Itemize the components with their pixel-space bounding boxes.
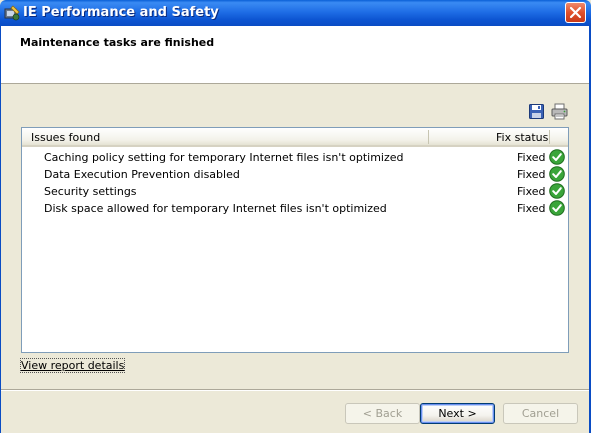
print-icon[interactable]: [551, 103, 568, 120]
column-divider[interactable]: [428, 130, 429, 144]
view-report-details-link[interactable]: View report details: [20, 358, 126, 373]
list-item[interactable]: Caching policy setting for temporary Int…: [22, 149, 568, 166]
fix-status: Fixed: [517, 151, 546, 164]
back-button[interactable]: < Back: [345, 403, 420, 424]
ie-maintenance-icon: [4, 5, 20, 21]
list-item[interactable]: Security settings Fixed: [22, 183, 568, 200]
header-panel: Maintenance tasks are finished: [1, 26, 589, 84]
dialog-window: IE Performance and Safety Maintenance ta…: [0, 0, 591, 433]
check-icon: [549, 200, 565, 216]
window-frame-left: [0, 26, 1, 433]
fix-status: Fixed: [517, 202, 546, 215]
check-icon: [549, 183, 565, 199]
close-icon: [569, 6, 582, 19]
close-button[interactable]: [565, 2, 586, 23]
save-icon[interactable]: [529, 104, 544, 119]
list-item[interactable]: Data Execution Prevention disabled Fixed: [22, 166, 568, 183]
list-item[interactable]: Disk space allowed for temporary Interne…: [22, 200, 568, 217]
page-title: Maintenance tasks are finished: [20, 36, 215, 49]
check-icon: [549, 166, 565, 182]
column-header-fix-status[interactable]: Fix status: [496, 131, 548, 144]
window-title: IE Performance and Safety: [23, 5, 219, 20]
issue-label: Data Execution Prevention disabled: [44, 168, 240, 181]
issue-label: Security settings: [44, 185, 137, 198]
check-icon: [549, 149, 565, 165]
list-header: Issues found Fix status: [22, 128, 568, 147]
issues-list[interactable]: Issues found Fix status Caching policy s…: [21, 127, 569, 353]
fix-status: Fixed: [517, 168, 546, 181]
fix-status: Fixed: [517, 185, 546, 198]
title-bar[interactable]: IE Performance and Safety: [0, 0, 591, 26]
cancel-button[interactable]: Cancel: [503, 403, 578, 424]
column-divider[interactable]: [549, 130, 550, 144]
button-separator: [1, 389, 589, 391]
column-header-issues[interactable]: Issues found: [31, 131, 100, 144]
issue-label: Caching policy setting for temporary Int…: [44, 151, 404, 164]
next-button[interactable]: Next >: [420, 403, 495, 424]
issue-label: Disk space allowed for temporary Interne…: [44, 202, 387, 215]
